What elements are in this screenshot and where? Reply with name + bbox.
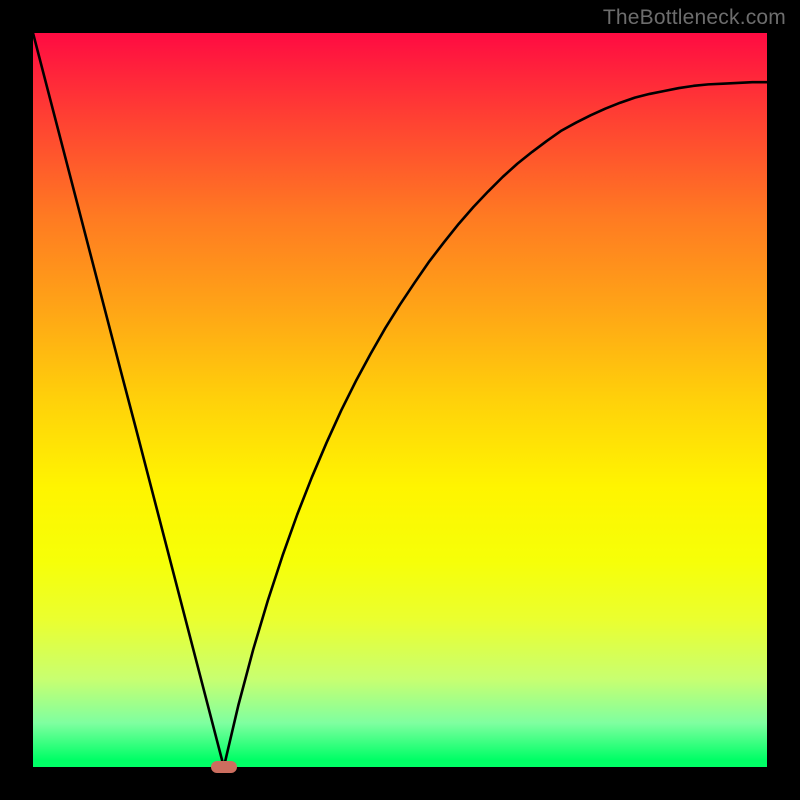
- attribution-text: TheBottleneck.com: [603, 6, 786, 30]
- bottleneck-curve: [33, 33, 767, 767]
- minimum-marker: [211, 761, 237, 773]
- plot-area: [33, 33, 767, 767]
- chart-frame: TheBottleneck.com: [0, 0, 800, 800]
- curve-layer: [33, 33, 767, 767]
